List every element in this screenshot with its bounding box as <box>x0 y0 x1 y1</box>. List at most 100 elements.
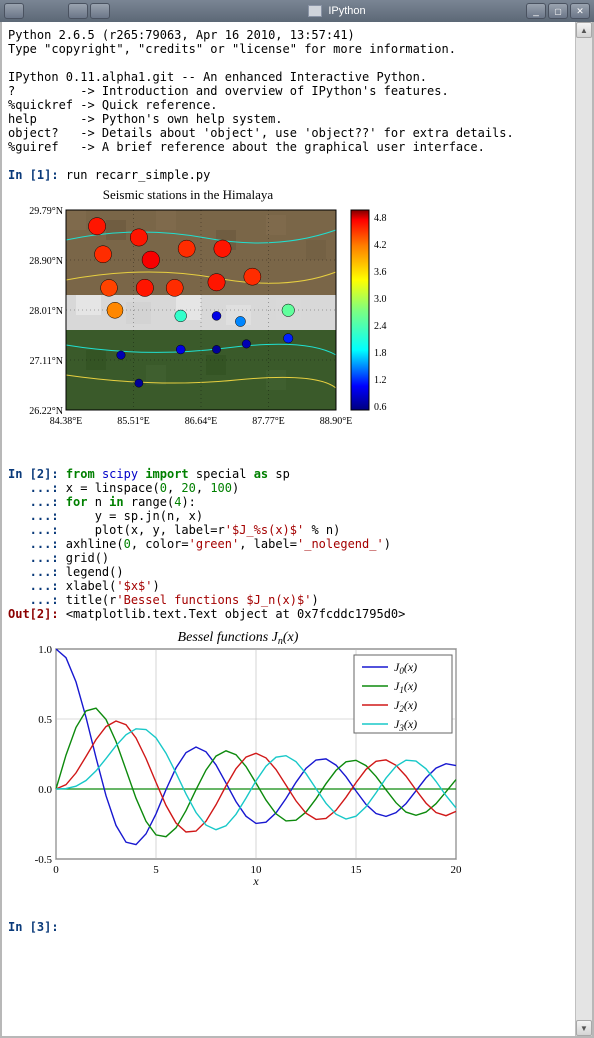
header-line: object? -> Details about 'object', use '… <box>8 126 514 140</box>
num: 0 <box>124 537 131 551</box>
close-button[interactable]: ✕ <box>570 3 590 19</box>
out-end: ]: <box>44 607 66 621</box>
kw: import <box>145 467 188 481</box>
txt: % n) <box>304 523 340 537</box>
cbar-tick: 1.8 <box>374 348 387 359</box>
in-prompt: In [ <box>8 467 37 481</box>
txt: , color= <box>131 537 189 551</box>
header-line: ? -> Introduction and overview of IPytho… <box>8 84 449 98</box>
cbar-tick: 1.2 <box>374 375 387 386</box>
cbar-tick: 3.0 <box>374 294 387 305</box>
kw: in <box>109 495 123 509</box>
terminal-output[interactable]: Python 2.6.5 (r265:79063, Apr 16 2010, 1… <box>2 22 575 1036</box>
txt: sp <box>268 467 290 481</box>
seismic-map-plot: Seismic stations in the Himalaya <box>8 188 571 437</box>
txt: legend() <box>66 565 124 579</box>
txt: plot(x, y, label=r <box>66 523 225 537</box>
out-prompt: Out[ <box>8 607 37 621</box>
header-line: %quickref -> Quick reference. <box>8 98 218 112</box>
content-frame: Python 2.6.5 (r265:79063, Apr 16 2010, 1… <box>0 22 594 1038</box>
cbar-tick: 4.8 <box>374 213 387 224</box>
kw: from <box>66 467 95 481</box>
cont-prompt: ...: <box>8 565 66 579</box>
xtick: 84.38°E <box>50 416 83 427</box>
in-prompt-end: ]: <box>44 920 66 934</box>
legend: J0(x) J1(x) J2(x) J3(x) <box>354 655 452 733</box>
txt: ) <box>153 579 160 593</box>
maximize-button[interactable]: ▢ <box>548 3 568 19</box>
svg-text:J1(x): J1(x) <box>394 679 417 695</box>
cbar-tick: 0.6 <box>374 402 387 413</box>
num: 100 <box>210 481 232 495</box>
in-prompt: In [ <box>8 920 37 934</box>
titlebar-button-2[interactable] <box>68 3 88 19</box>
header-line: Python 2.6.5 (r265:79063, Apr 16 2010, 1… <box>8 28 355 42</box>
colorbar <box>351 210 369 410</box>
xlabel: x <box>252 874 259 887</box>
svg-text:15: 15 <box>351 864 363 876</box>
header-line: %guiref -> A brief reference about the g… <box>8 140 485 154</box>
xtick: 87.77°E <box>252 416 285 427</box>
cbar-tick: 4.2 <box>374 240 387 251</box>
txt: x = linspace( <box>66 481 160 495</box>
scroll-up-button[interactable]: ▲ <box>576 22 592 38</box>
str: '_nolegend_' <box>297 537 384 551</box>
window-titlebar: IPython _ ▢ ✕ <box>0 0 594 23</box>
cont-prompt: ...: <box>8 579 66 593</box>
txt: xlabel( <box>66 579 117 593</box>
header-line: IPython 0.11.alpha1.git -- An enhanced I… <box>8 70 427 84</box>
in-prompt: In [ <box>8 168 37 182</box>
map-title: Seismic stations in the Himalaya <box>48 188 328 202</box>
txt: ): <box>181 495 195 509</box>
str: '$x$' <box>116 579 152 593</box>
cmd-text: run recarr_simple.py <box>66 168 211 182</box>
str: 'Bessel functions $J_n(x)$' <box>116 593 311 607</box>
svg-text:0: 0 <box>53 864 59 876</box>
minimize-button[interactable]: _ <box>526 3 546 19</box>
txt: special <box>189 467 254 481</box>
scroll-down-button[interactable]: ▼ <box>576 1020 592 1036</box>
txt: ) <box>232 481 239 495</box>
cont-prompt: ...: <box>8 509 66 523</box>
cbar-tick: 2.4 <box>374 321 387 332</box>
txt: ) <box>311 593 318 607</box>
svg-text:J3(x): J3(x) <box>394 717 417 733</box>
bessel-svg: Bessel functions Jn(x) J0(x) J1(x) J2(x)… <box>8 627 468 887</box>
svg-text:-0.5: -0.5 <box>35 854 53 866</box>
in-prompt-end: ]: <box>44 168 66 182</box>
kw: as <box>254 467 268 481</box>
bessel-title: Bessel functions Jn(x) <box>178 630 299 647</box>
txt: axhline( <box>66 537 124 551</box>
svg-text:5: 5 <box>153 864 159 876</box>
xtick: 85.51°E <box>117 416 150 427</box>
svg-text:0.5: 0.5 <box>38 714 52 726</box>
svg-text:0.0: 0.0 <box>38 784 52 796</box>
vertical-scrollbar[interactable]: ▲ ▼ <box>575 22 592 1036</box>
cont-prompt: ...: <box>8 537 66 551</box>
txt: y = sp.jn(n, x) <box>66 509 203 523</box>
txt: , <box>196 481 210 495</box>
ytick: 28.90°N <box>29 256 63 267</box>
window-title: IPython <box>328 5 365 17</box>
xtick: 86.64°E <box>185 416 218 427</box>
ytick: 29.79°N <box>29 206 63 217</box>
num: 20 <box>181 481 195 495</box>
ytick: 28.01°N <box>29 306 63 317</box>
svg-text:J0(x): J0(x) <box>394 660 417 676</box>
cont-prompt: ...: <box>8 481 66 495</box>
titlebar-menu-button[interactable] <box>4 3 24 19</box>
txt: range( <box>124 495 175 509</box>
cont-prompt: ...: <box>8 551 66 565</box>
out-val: <matplotlib.text.Text object at 0x7fcddc… <box>66 607 406 621</box>
header-line: help -> Python's own help system. <box>8 112 283 126</box>
titlebar-button-3[interactable] <box>90 3 110 19</box>
txt: title(r <box>66 593 117 607</box>
txt: grid() <box>66 551 109 565</box>
ytick: 27.11°N <box>30 356 63 367</box>
app-icon <box>308 5 322 17</box>
seismic-map-svg: 29.79°N 28.90°N 28.01°N 27.11°N 26.22°N … <box>8 202 418 434</box>
cbar-tick: 3.6 <box>374 267 387 278</box>
svg-text:1.0: 1.0 <box>38 644 52 656</box>
str: '$J_%s(x)$' <box>225 523 304 537</box>
in-prompt-end: ]: <box>44 467 66 481</box>
